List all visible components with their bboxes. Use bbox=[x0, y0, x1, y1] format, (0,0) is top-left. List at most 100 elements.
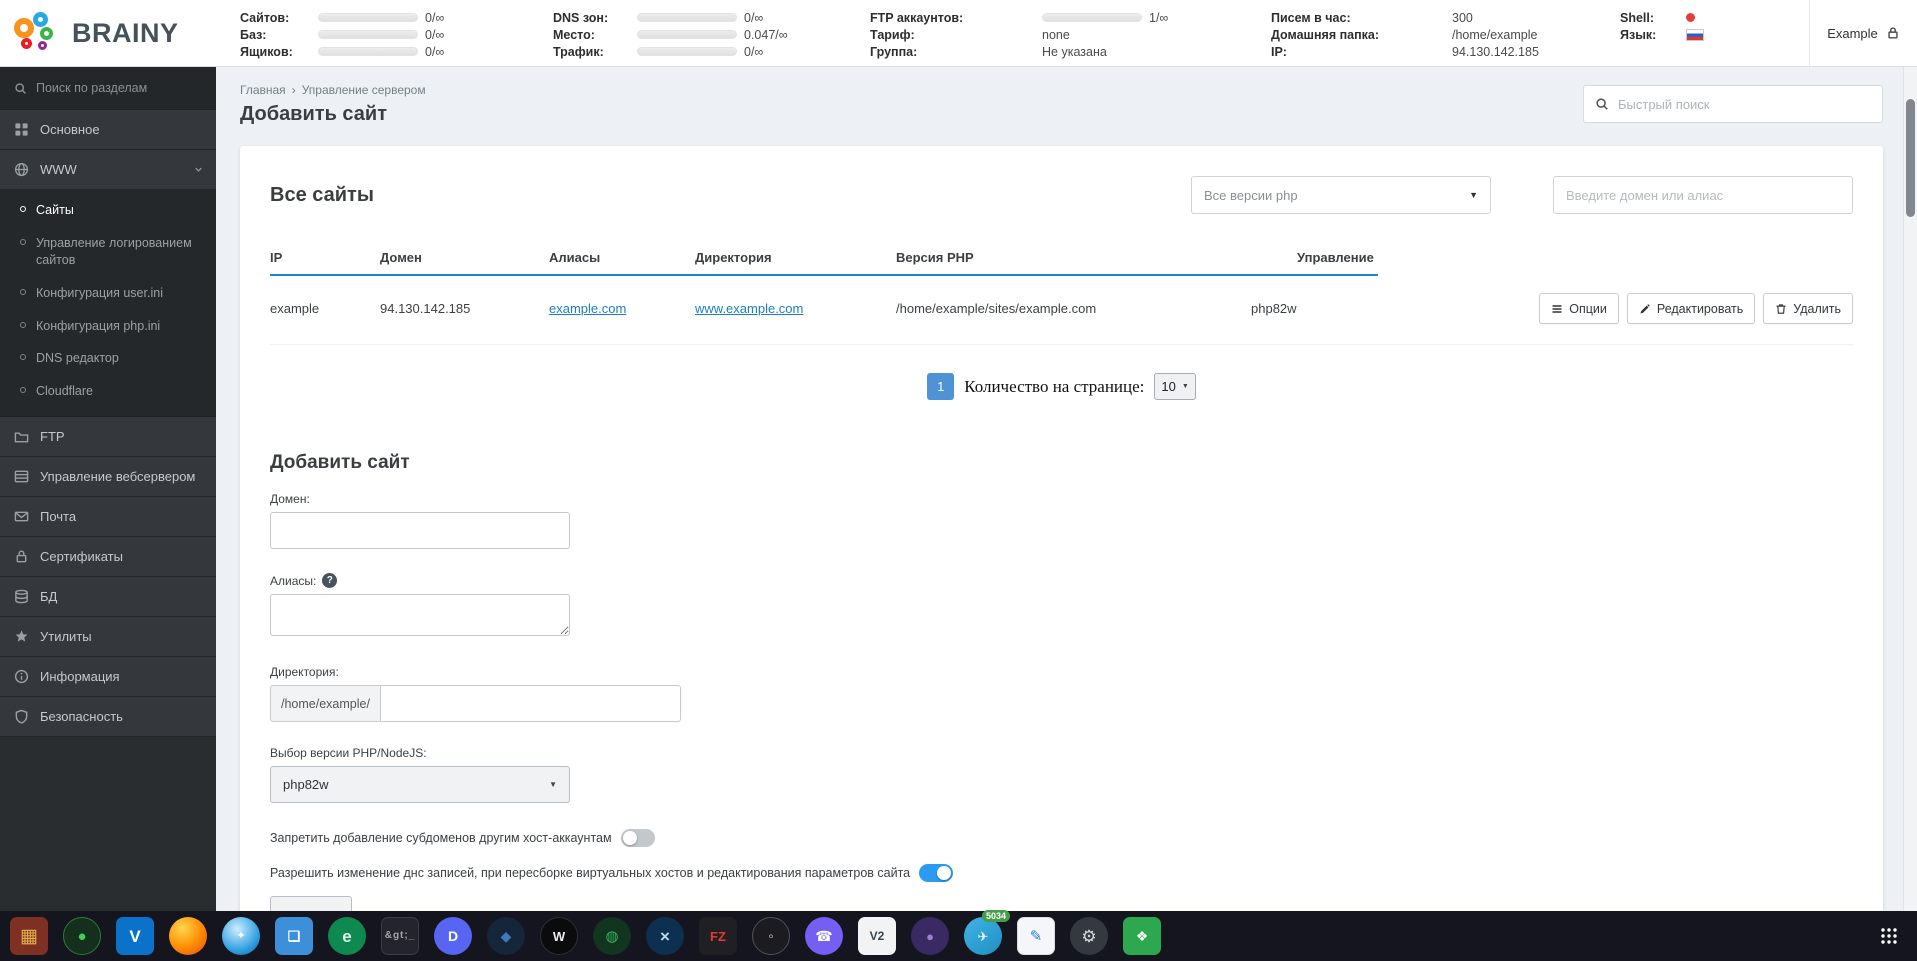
taskbar-green-planet-app-icon[interactable]: ◍ bbox=[593, 917, 631, 955]
sidebar-item-databases[interactable]: БД bbox=[0, 577, 216, 618]
russian-flag-icon[interactable] bbox=[1686, 28, 1704, 41]
stat-value: 1/∞ bbox=[1149, 10, 1169, 25]
sidebar-item-www[interactable]: WWW bbox=[0, 150, 216, 190]
domain-filter-input[interactable] bbox=[1553, 176, 1853, 214]
col-domain: Домен bbox=[380, 250, 422, 265]
delete-button[interactable]: Удалить bbox=[1763, 293, 1853, 324]
taskbar-settings-gear-icon[interactable]: ⚙ bbox=[1070, 917, 1108, 955]
discord-glyph: D bbox=[447, 928, 459, 944]
next-field-partial bbox=[270, 896, 352, 911]
sidebar-item-label: Управление вебсервером bbox=[40, 469, 196, 485]
per-page-value: 10 bbox=[1161, 379, 1176, 394]
sidebar-item-sites[interactable]: Сайты bbox=[0, 194, 216, 227]
sidebar-item-label: Информация bbox=[40, 669, 120, 685]
cell-ip: example bbox=[270, 301, 320, 316]
taskbar-filezilla-icon[interactable]: FZ bbox=[699, 917, 737, 955]
taskbar-v2rayn-icon[interactable]: V2 bbox=[858, 917, 896, 955]
taskbar-terminal-icon[interactable]: &gt;_ bbox=[381, 917, 419, 955]
aliases-textarea[interactable] bbox=[270, 594, 570, 636]
quick-search-input[interactable] bbox=[1618, 96, 1871, 112]
quick-search[interactable] bbox=[1583, 85, 1883, 123]
taskbar-discord-icon[interactable]: D bbox=[434, 917, 472, 955]
sidebar-item-phpini[interactable]: Конфигурация php.ini bbox=[0, 310, 216, 343]
database-icon bbox=[14, 589, 29, 604]
sidebar-item-cloudflare[interactable]: Cloudflare bbox=[0, 375, 216, 408]
sidebar-item-dns-editor[interactable]: DNS редактор bbox=[0, 342, 216, 375]
php-filter-value: Все версии php bbox=[1204, 187, 1298, 203]
folder-icon bbox=[14, 429, 29, 444]
per-page-select[interactable]: 10 bbox=[1154, 373, 1196, 400]
taskbar-file-manager-icon[interactable]: ❏ bbox=[275, 917, 313, 955]
sidebar-item-security[interactable]: Безопасность bbox=[0, 697, 216, 738]
search-icon bbox=[14, 82, 27, 95]
taskbar-green-plus-app-icon[interactable]: ❖ bbox=[1123, 917, 1161, 955]
stat-label: Группа: bbox=[870, 44, 918, 59]
taskbar-telegram-icon[interactable]: ✈ 5034 bbox=[964, 910, 1010, 955]
bullet-icon bbox=[20, 354, 26, 361]
aliases-help-icon[interactable]: ? bbox=[322, 573, 338, 588]
taskbar-dark-ring-app-icon[interactable]: ◦ bbox=[752, 917, 790, 955]
taskbar-vscode-icon[interactable]: V bbox=[116, 917, 154, 955]
taskbar-text-editor-icon[interactable]: ✎ bbox=[1017, 917, 1055, 955]
col-directory: Директория bbox=[695, 250, 772, 265]
sidebar-item-userini[interactable]: Конфигурация user.ini bbox=[0, 277, 216, 310]
taskbar-firefox-icon[interactable] bbox=[169, 917, 207, 955]
dns-toggle[interactable] bbox=[919, 864, 954, 882]
sidebar-item-label: Конфигурация user.ini bbox=[36, 285, 163, 300]
sidebar-item-utilities[interactable]: Утилиты bbox=[0, 617, 216, 658]
page-number-1[interactable]: 1 bbox=[927, 373, 955, 400]
taskbar-pixel-art-app-icon[interactable]: ▦ bbox=[10, 917, 48, 955]
col-php-version: Версия PHP bbox=[896, 250, 974, 265]
taskbar-blue-globe-browser-icon[interactable]: ✦ bbox=[222, 917, 260, 955]
taskbar: ▦ ● V ✦ ❏ e &gt;_ D ◆ W ◍ × FZ ◦ ☎ V2 ● … bbox=[0, 910, 1917, 961]
sidebar-item-main[interactable]: Основное bbox=[0, 110, 216, 150]
usage-bar bbox=[318, 13, 418, 22]
options-button[interactable]: Опции bbox=[1539, 293, 1619, 324]
sidebar-item-certificates[interactable]: Сертификаты bbox=[0, 537, 216, 578]
aliases-label: Алиасы: ? bbox=[270, 573, 1853, 588]
taskbar-black-w-app-icon[interactable]: W bbox=[540, 917, 578, 955]
sidebar-item-site-logging[interactable]: Управление логированием сайтов bbox=[0, 227, 216, 277]
bullet-icon bbox=[20, 206, 26, 212]
app-grid-icon[interactable] bbox=[1869, 916, 1909, 956]
taskbar-viber-icon[interactable]: ☎ bbox=[805, 917, 843, 955]
php-version-select[interactable]: php82w bbox=[270, 766, 570, 803]
scrollbar-thumb[interactable] bbox=[1906, 99, 1915, 217]
directory-input-group: /home/example/ bbox=[270, 685, 1853, 722]
alias-link[interactable]: example.com bbox=[549, 301, 695, 316]
directory-input[interactable] bbox=[380, 685, 681, 722]
sidebar-search-input[interactable] bbox=[36, 81, 202, 95]
stat-label: Тариф: bbox=[870, 27, 915, 42]
php-version-filter-select[interactable]: Все версии php bbox=[1191, 176, 1491, 214]
user-menu[interactable]: Example bbox=[1809, 0, 1917, 66]
domain-input[interactable] bbox=[270, 512, 570, 549]
sidebar-item-mail[interactable]: Почта bbox=[0, 497, 216, 538]
sidebar-item-ftp[interactable]: FTP bbox=[0, 417, 216, 458]
sidebar-item-label: Cloudflare bbox=[36, 384, 93, 399]
edit-button[interactable]: Редактировать bbox=[1626, 293, 1756, 324]
directory-link[interactable]: www.example.com bbox=[695, 301, 896, 316]
green-orb-glyph: ● bbox=[77, 927, 87, 945]
scrollbar-track[interactable] bbox=[1903, 67, 1917, 911]
stat-value: 0/∞ bbox=[425, 27, 445, 42]
sidebar-item-label: Сайты bbox=[36, 203, 74, 217]
sidebar-item-webserver[interactable]: Управление вебсервером bbox=[0, 457, 216, 498]
brainy-logo[interactable]: BRAINY bbox=[14, 10, 179, 56]
pencil-icon bbox=[1639, 303, 1651, 315]
breadcrumb-home[interactable]: Главная bbox=[240, 83, 286, 97]
star-icon bbox=[14, 629, 29, 644]
subdomains-toggle[interactable] bbox=[620, 829, 655, 847]
stat-label: Сайтов: bbox=[240, 10, 290, 25]
sidebar-item-information[interactable]: Информация bbox=[0, 657, 216, 698]
sidebar-search[interactable] bbox=[0, 67, 216, 110]
green-plus-glyph: ❖ bbox=[1135, 928, 1149, 944]
x-app-glyph: × bbox=[660, 926, 670, 946]
breadcrumb-separator: › bbox=[291, 83, 296, 97]
taskbar-green-e-app-icon[interactable]: e bbox=[328, 917, 366, 955]
col-aliases: Алиасы bbox=[549, 250, 601, 265]
taskbar-blue-x-app-icon[interactable]: × bbox=[646, 917, 684, 955]
php-version-value: php82w bbox=[283, 777, 329, 792]
taskbar-purple-orb-app-icon[interactable]: ● bbox=[911, 917, 949, 955]
taskbar-green-orb-app-icon[interactable]: ● bbox=[63, 917, 101, 955]
taskbar-dark-diamond-app-icon[interactable]: ◆ bbox=[487, 917, 525, 955]
